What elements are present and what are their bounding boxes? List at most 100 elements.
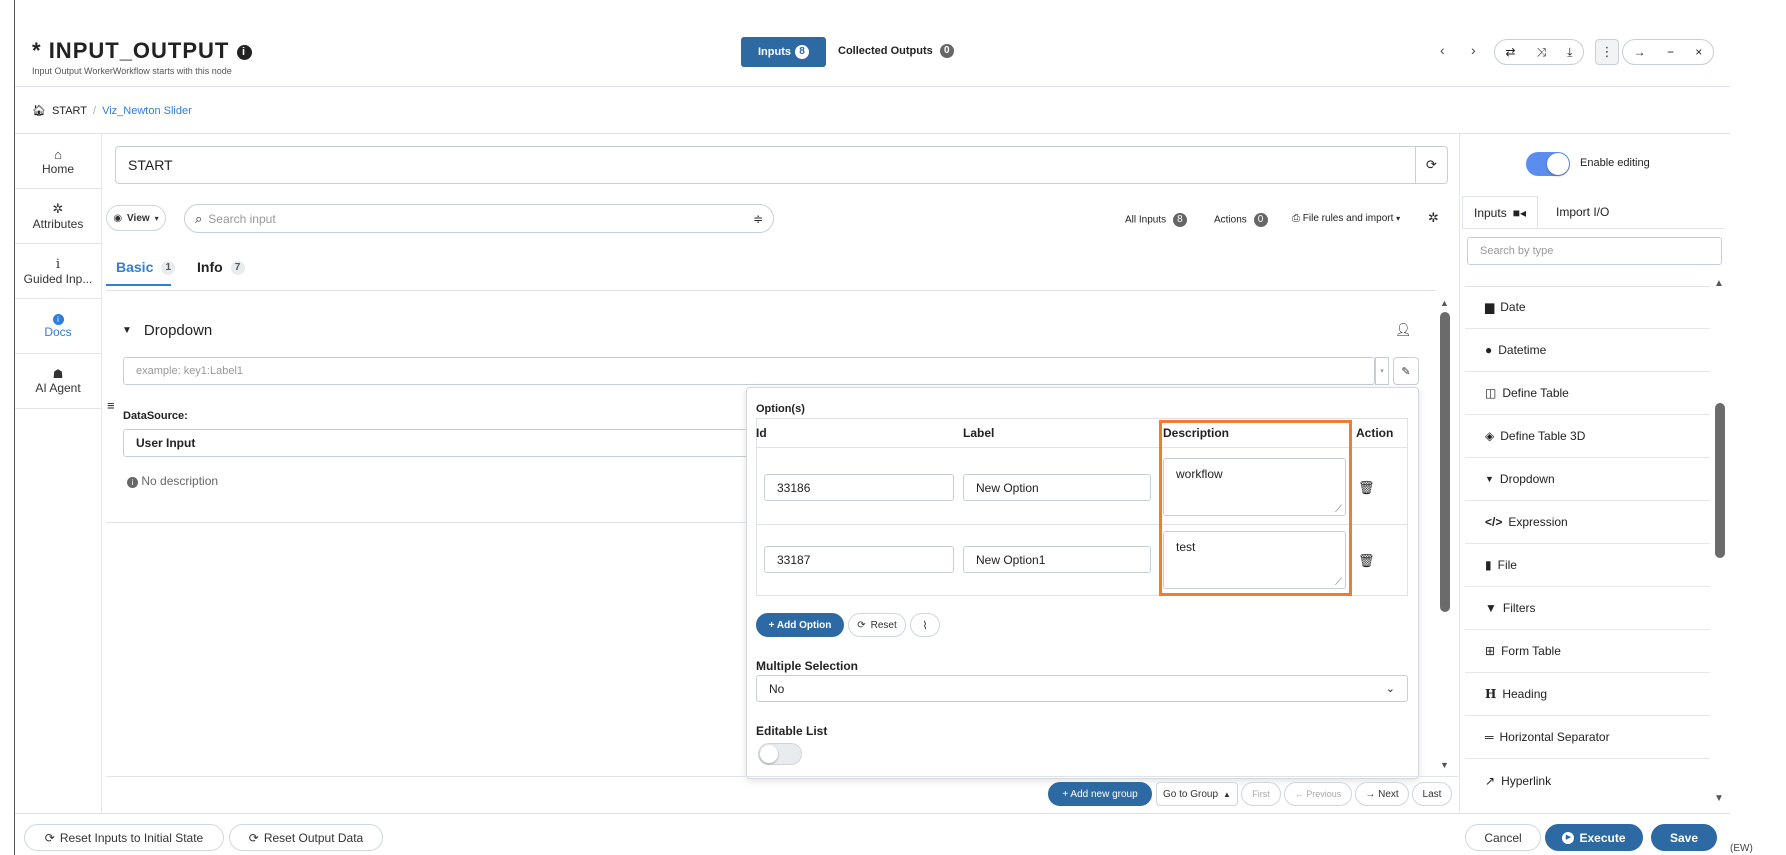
option-label-input[interactable]: New Option1 — [963, 546, 1151, 573]
main-scrollbar-thumb[interactable] — [1440, 312, 1450, 612]
input-type-filters[interactable]: ▼ Filters — [1465, 587, 1710, 630]
page-subtitle: Input Output WorkerWorkflow starts with … — [32, 66, 232, 76]
caret-down-icon: ▼ — [1485, 474, 1494, 484]
home-icon: ⌂ — [54, 146, 62, 162]
search-by-type-input[interactable]: Search by type — [1467, 237, 1722, 265]
right-scrollbar-thumb[interactable] — [1715, 403, 1725, 558]
multiple-selection-label: Multiple Selection — [756, 659, 859, 673]
input-type-datetime[interactable]: ● Datetime — [1465, 329, 1710, 372]
add-option-button[interactable]: + Add Option — [756, 613, 844, 637]
execute-button[interactable]: ▶ Execute — [1545, 824, 1643, 851]
next-label: → Next — [1365, 788, 1399, 800]
input-type-hyperlink[interactable]: ↗ Hyperlink — [1465, 759, 1710, 802]
breadcrumb-home[interactable]: START — [52, 105, 87, 117]
actions-button[interactable]: Actions 0 — [1214, 213, 1268, 227]
trash-icon[interactable]: 🗑︎ — [1358, 480, 1375, 496]
node-name-input[interactable]: START — [115, 146, 1416, 184]
datasource-select[interactable]: User Input — [123, 429, 763, 457]
option-label-input[interactable]: New Option — [963, 474, 1151, 501]
tab-collected-outputs[interactable]: Collected Outputs 0 — [838, 44, 954, 58]
right-scroll-up-icon[interactable]: ▲ — [1714, 278, 1724, 289]
caret-down-icon: ▾ — [1396, 214, 1401, 223]
input-type-date[interactable]: ▆ Date — [1465, 286, 1710, 329]
sidebar-divider — [101, 133, 102, 813]
first-label: First — [1252, 789, 1270, 799]
input-type-define-table[interactable]: ◫ Define Table — [1465, 372, 1710, 415]
next-page-button[interactable]: → Next — [1355, 782, 1409, 806]
tab-right-inputs[interactable]: Inputs ■◂ — [1462, 196, 1538, 228]
swap-icon[interactable]: ⇄ — [1506, 45, 1516, 59]
go-to-group-button[interactable]: Go to Group ▲ — [1156, 782, 1238, 806]
edit-icon[interactable]: ✎ — [1393, 357, 1419, 385]
play-icon: ▶ — [1562, 831, 1575, 844]
input-type-heading[interactable]: H Heading — [1465, 673, 1710, 716]
shuffle-icon[interactable]: ⤨ — [1537, 45, 1547, 60]
enable-editing-toggle[interactable] — [1526, 152, 1570, 176]
previous-page-button[interactable]: ← Previous — [1284, 782, 1352, 806]
sidebar-item-docs[interactable]: i Docs — [15, 299, 101, 354]
scroll-up-icon[interactable]: ▲ — [1440, 298, 1449, 308]
refresh-icon: ⟳ — [857, 619, 866, 631]
reset-inputs-button[interactable]: ⟳ Reset Inputs to Initial State — [24, 824, 224, 851]
dropdown-options-input[interactable]: example: key1:Label1 — [123, 357, 1375, 385]
trash-icon[interactable]: 🗑︎ — [1358, 553, 1375, 569]
sidebar-item-ai-agent[interactable]: ☗ AI Agent — [15, 354, 101, 409]
option-id-input[interactable]: 33186 — [764, 474, 954, 501]
last-page-button[interactable]: Last — [1412, 782, 1452, 806]
breadcrumb-current[interactable]: Viz_Newton Slider — [102, 105, 192, 117]
more-vertical-icon[interactable]: ⋮ — [1595, 39, 1619, 65]
tab-outputs-label: Collected Outputs — [838, 44, 933, 57]
save-button[interactable]: Save — [1651, 824, 1717, 851]
section-header[interactable]: ▼ Dropdown — [122, 322, 212, 339]
paperclip-icon: ⌇ — [922, 619, 928, 632]
close-icon[interactable]: × — [1695, 45, 1702, 59]
view-dropdown[interactable]: ◉ View ▾ — [106, 205, 166, 231]
download-icon[interactable]: ⤓ — [1567, 45, 1572, 60]
input-type-horizontal-separator[interactable]: ═ Horizontal Separator — [1465, 716, 1710, 759]
add-group-button[interactable]: + Add new group — [1048, 782, 1152, 806]
option-id-input[interactable]: 33187 — [764, 546, 954, 573]
cancel-button[interactable]: Cancel — [1465, 824, 1541, 851]
clock-icon: ● — [1485, 343, 1493, 357]
attach-button[interactable]: ⌇ — [910, 613, 940, 637]
type-label: File — [1497, 558, 1517, 572]
editable-list-toggle[interactable] — [758, 743, 802, 765]
next-arrow-icon[interactable]: › — [1471, 42, 1476, 58]
scroll-down-icon[interactable]: ▼ — [1440, 760, 1449, 770]
tab-import-io[interactable]: Import I/O — [1556, 205, 1609, 219]
sidebar-item-attributes[interactable]: ✲ Attributes — [15, 189, 101, 244]
refresh-icon[interactable]: ⟳ — [1416, 146, 1448, 184]
input-type-dropdown[interactable]: ▼ Dropdown — [1465, 458, 1710, 501]
first-page-button[interactable]: First — [1241, 782, 1281, 806]
reset-output-button[interactable]: ⟳ Reset Output Data — [229, 824, 383, 851]
search-input[interactable]: ⌕ Search input ≑ — [184, 204, 774, 233]
input-type-define-table-3d[interactable]: ◈ Define Table 3D — [1465, 415, 1710, 458]
input-type-expression[interactable]: </> Expression — [1465, 501, 1710, 544]
drag-handle-icon[interactable]: ≡ — [107, 398, 115, 413]
input-type-file[interactable]: ▮ File — [1465, 544, 1710, 587]
tab-inputs[interactable]: Inputs 8 — [741, 37, 826, 67]
sidebar-item-label: Docs — [44, 324, 72, 339]
input-type-form-table[interactable]: ⊞ Form Table — [1465, 630, 1710, 673]
tab-info[interactable]: Info 7 — [197, 259, 245, 276]
multiple-selection-select[interactable]: No ⌄ — [756, 675, 1408, 702]
dropdown-caret-icon[interactable]: ▾ — [1375, 357, 1389, 385]
settings-gear-icon[interactable]: ✲ — [1428, 210, 1439, 226]
filter-sliders-icon[interactable]: ≑ — [753, 212, 763, 226]
sidebar-item-home[interactable]: ⌂ Home — [15, 134, 101, 189]
prev-arrow-icon[interactable]: ‹ — [1440, 42, 1445, 58]
file-rules-button[interactable]: ⎙ File rules and import ▾ — [1292, 213, 1400, 224]
right-scroll-down-icon[interactable]: ▼ — [1714, 793, 1724, 804]
reset-options-button[interactable]: ⟳ Reset — [848, 613, 906, 637]
search-by-type-placeholder: Search by type — [1480, 245, 1554, 257]
sidebar-item-guided-inputs[interactable]: i Guided Inp... — [15, 244, 101, 299]
arrow-right-icon[interactable]: → — [1634, 45, 1646, 59]
tab-basic[interactable]: Basic 1 — [116, 259, 176, 276]
file-rules-label: File rules and import — [1302, 213, 1394, 224]
save-label: Save — [1669, 830, 1699, 845]
tab-outputs-count: 0 — [939, 44, 954, 58]
all-inputs-button[interactable]: All Inputs 8 — [1125, 213, 1187, 227]
minimize-icon[interactable]: − — [1667, 45, 1674, 59]
info-icon[interactable]: i — [236, 44, 252, 60]
user-icon[interactable]: 👤︎ — [1395, 322, 1412, 338]
